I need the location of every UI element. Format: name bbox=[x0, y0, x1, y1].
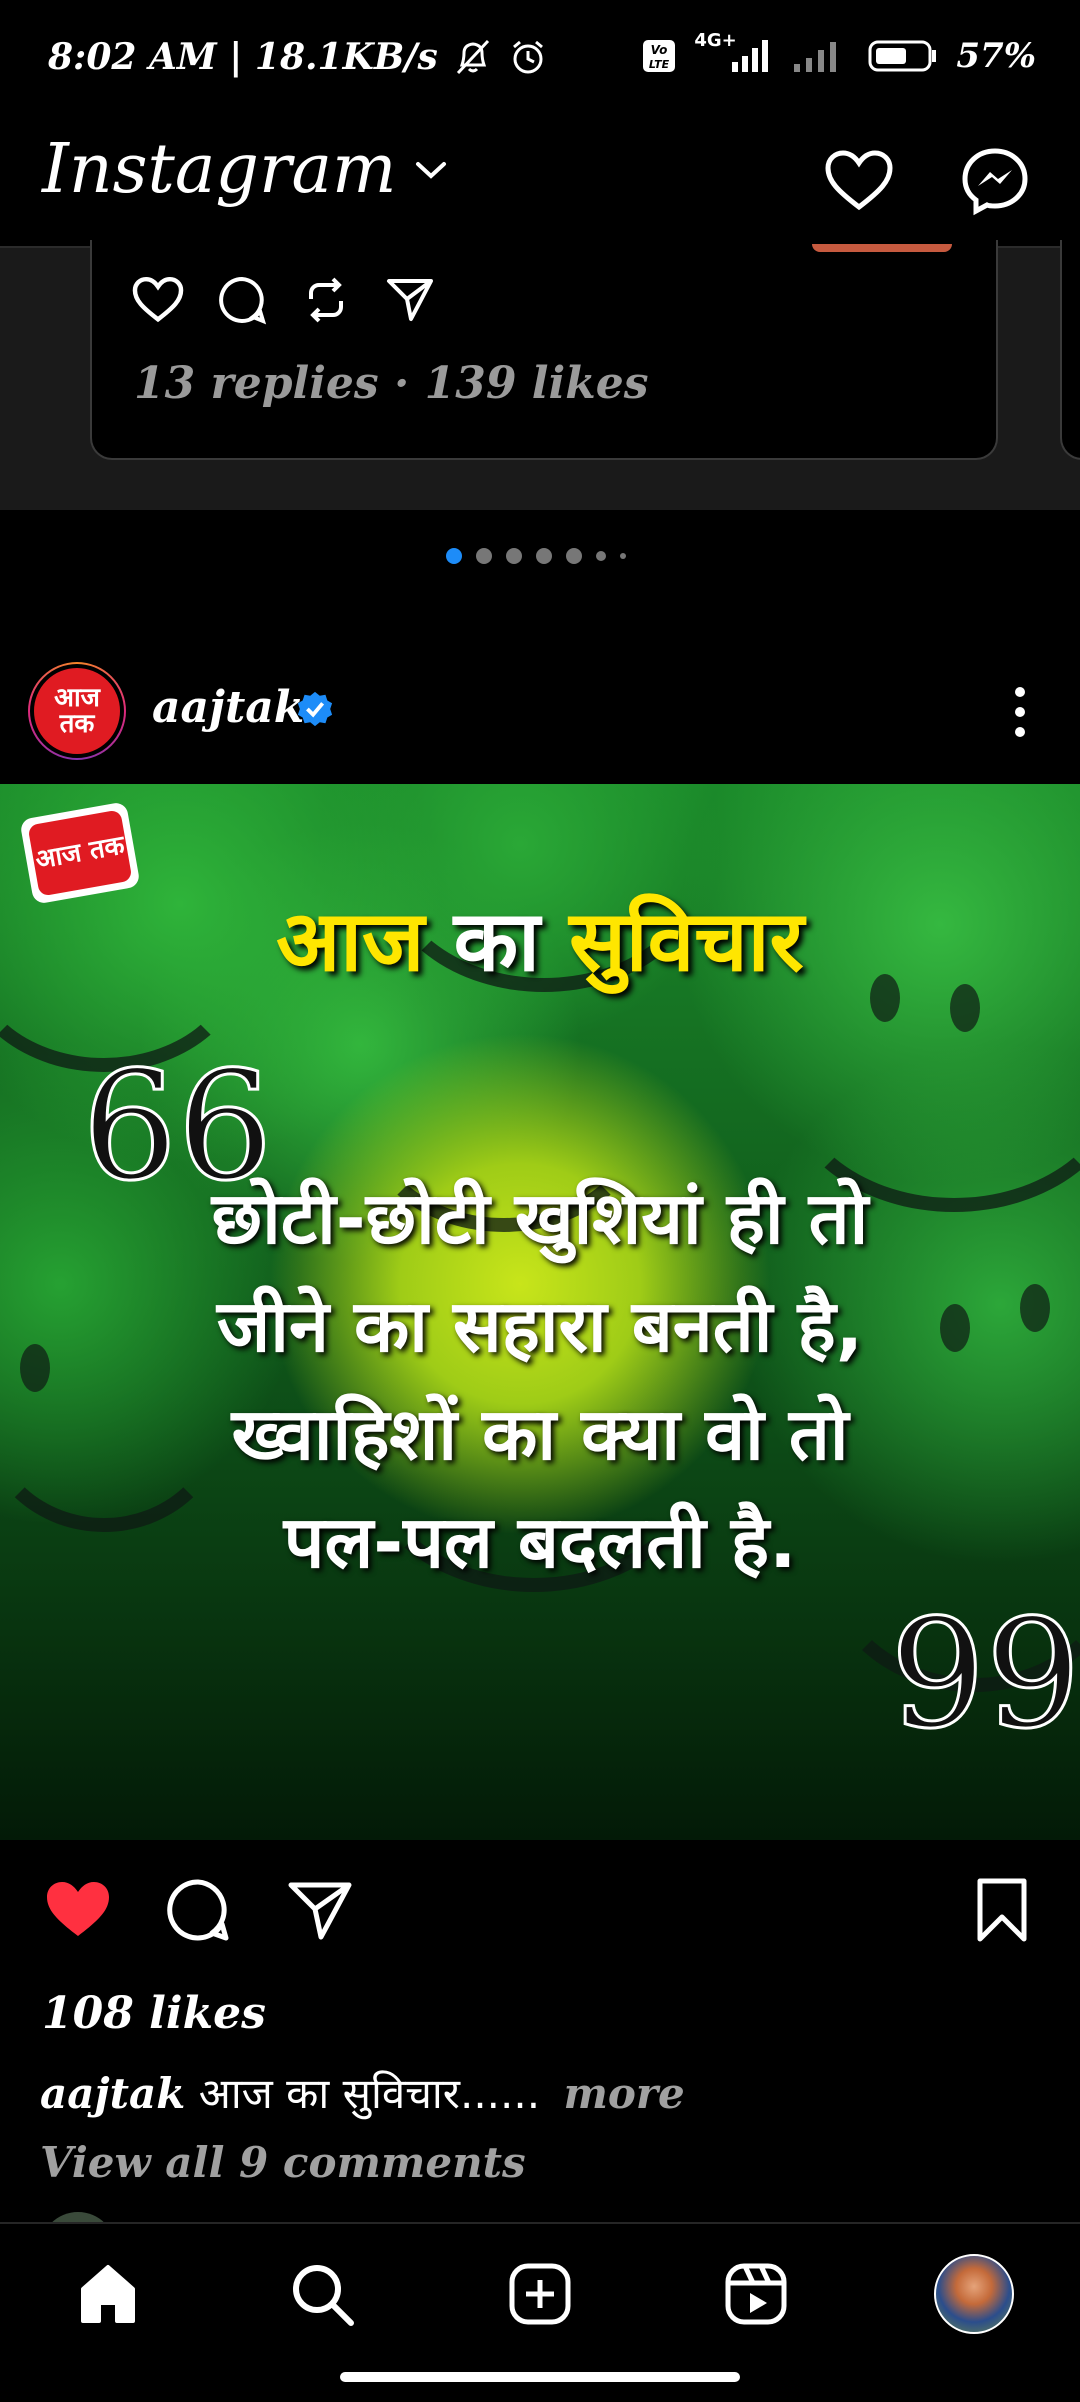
app-logo: Instagram bbox=[42, 130, 397, 209]
thread-stats[interactable]: 13 replies · 139 likes bbox=[134, 358, 649, 409]
heart-icon[interactable] bbox=[130, 272, 186, 328]
quote-line: पल-पल बदलती है. bbox=[283, 1500, 797, 1584]
smiley-eye bbox=[1020, 1284, 1050, 1332]
carousel-dot bbox=[536, 548, 552, 564]
verified-badge-icon bbox=[297, 691, 333, 727]
thread-actions bbox=[130, 272, 438, 328]
create-post-icon[interactable] bbox=[500, 2254, 580, 2334]
comment-icon[interactable] bbox=[162, 1874, 234, 1946]
caption-more-link[interactable]: more bbox=[563, 2069, 684, 2118]
quote-text: छोटी-छोटी खुशियां ही तो जीने का सहारा बन… bbox=[100, 1164, 980, 1596]
chevron-down-icon bbox=[416, 161, 447, 179]
quote-line: ख्वाहिशों का क्या वो तो bbox=[231, 1392, 849, 1476]
status-time: 8:02 AM | 18.1KB/s bbox=[48, 36, 438, 78]
likes-count[interactable]: 108 likes bbox=[42, 1988, 266, 2039]
avatar-logo: आज तक bbox=[30, 664, 124, 758]
profile-avatar[interactable] bbox=[934, 2254, 1014, 2334]
svg-text:LTE: LTE bbox=[649, 58, 670, 71]
signal-4g-icon: 4G+ bbox=[694, 30, 772, 76]
carousel-dot bbox=[506, 548, 522, 564]
home-icon[interactable] bbox=[68, 2254, 148, 2334]
caption-username[interactable]: aajtak bbox=[40, 2069, 185, 2118]
carousel-dots bbox=[446, 548, 626, 564]
carousel-dot bbox=[476, 548, 492, 564]
carousel-dot-active bbox=[446, 548, 462, 564]
post-username[interactable]: aajtak bbox=[152, 682, 304, 733]
battery-icon bbox=[868, 40, 937, 72]
carousel-dot bbox=[620, 553, 626, 559]
post-avatar[interactable]: आज तक bbox=[28, 662, 126, 760]
status-bar: 8:02 AM | 18.1KB/s Vo LTE 4G+ 57% bbox=[0, 0, 1080, 120]
messenger-icon[interactable] bbox=[952, 138, 1038, 224]
quote-line: जीने का सहारा बनती है, bbox=[216, 1284, 864, 1368]
alarm-icon bbox=[512, 40, 543, 74]
threads-card-next[interactable] bbox=[1060, 240, 1080, 460]
carousel-dot bbox=[566, 548, 582, 564]
app-header: Instagram bbox=[0, 120, 1080, 246]
repost-icon[interactable] bbox=[298, 272, 354, 328]
notifications-heart-icon[interactable] bbox=[816, 138, 902, 224]
gesture-home-bar[interactable] bbox=[340, 2372, 740, 2382]
volte-icon: VoLTE bbox=[643, 40, 676, 72]
post-actions bbox=[0, 1870, 1080, 1980]
send-icon[interactable] bbox=[382, 272, 438, 328]
bookmark-icon[interactable] bbox=[966, 1874, 1038, 1946]
app-switcher[interactable]: Instagram bbox=[42, 130, 448, 209]
more-options-icon[interactable] bbox=[1000, 680, 1040, 744]
image-title: आज का सुविचार bbox=[276, 892, 804, 990]
caption-text: आज का सुविचार...... bbox=[198, 2069, 541, 2118]
search-icon[interactable] bbox=[282, 2254, 362, 2334]
battery-percent: 57% bbox=[956, 36, 1036, 76]
carousel-dot bbox=[596, 551, 606, 561]
post-image[interactable]: आज तक आज का सुविचार 66 छोटी-छोटी खुशियां… bbox=[0, 784, 1080, 1840]
mute-notification-icon bbox=[456, 39, 489, 75]
post-caption: aajtak आज का सुविचार...... more bbox=[40, 2064, 685, 2121]
view-comments-link[interactable]: View all 9 comments bbox=[40, 2138, 526, 2187]
close-quote-mark: 99 bbox=[889, 1588, 1080, 1762]
share-send-icon[interactable] bbox=[284, 1874, 356, 1946]
quote-line: छोटी-छोटी खुशियां ही तो bbox=[211, 1176, 869, 1260]
comment-icon[interactable] bbox=[214, 272, 270, 328]
smiley-eye bbox=[20, 1344, 50, 1392]
signal-icon bbox=[794, 42, 837, 72]
threads-image-edge bbox=[812, 244, 952, 252]
post-header: आज तक aajtak bbox=[0, 654, 1080, 774]
like-heart-icon[interactable] bbox=[42, 1874, 114, 1946]
svg-text:Vo: Vo bbox=[651, 43, 668, 57]
reels-icon[interactable] bbox=[716, 2254, 796, 2334]
